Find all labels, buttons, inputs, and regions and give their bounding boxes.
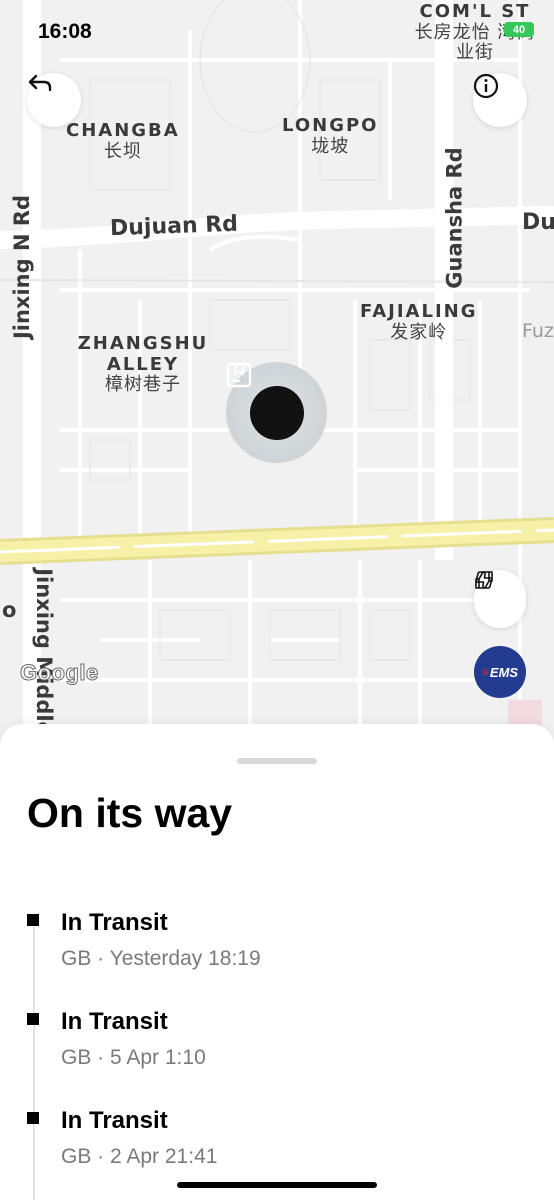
road-label-jinxing-n: Jinxing N Rd	[10, 194, 35, 340]
carrier-badge[interactable]: ≡ EMS	[474, 646, 526, 698]
event-status: In Transit	[61, 1107, 168, 1134]
event-status: In Transit	[61, 909, 168, 936]
back-button[interactable]	[27, 73, 81, 127]
info-icon	[473, 73, 499, 99]
road-label-jinxing-middle: Jinxing Middle	[31, 568, 56, 736]
tracking-sheet: On its way In Transit GB · Yesterday 18:…	[0, 724, 554, 1200]
map-label-zhangshu-alley: ZHANGSHU ALLEY 樟树巷子	[77, 333, 209, 396]
back-arrow-icon	[28, 74, 52, 92]
home-indicator[interactable]	[177, 1182, 377, 1188]
timeline-dot	[27, 1013, 39, 1025]
info-button[interactable]	[473, 73, 527, 127]
thumbs-down-icon[interactable]	[474, 570, 494, 590]
feedback-button[interactable]	[474, 570, 526, 628]
map-view[interactable]: CHANGBA 长坝 LONGPO 垅坡 FAJIALING 发家岭 ZHANG…	[0, 0, 554, 740]
event-meta: GB · 2 Apr 21:41	[61, 1145, 218, 1168]
map-label-changba: CHANGBA 长坝	[66, 120, 180, 162]
timeline-event[interactable]: In Transit GB · 5 Apr 1:10	[0, 1008, 554, 1088]
event-meta: GB · Yesterday 18:19	[61, 947, 261, 970]
timeline-dot	[27, 1112, 39, 1124]
carrier-name: EMS	[489, 664, 519, 680]
map-label-fajialing: FAJIALING 发家岭	[360, 301, 478, 343]
package-icon	[226, 362, 252, 388]
road-label-o-partial: o	[2, 598, 17, 622]
road-label-guansha: Guansha Rd	[442, 147, 467, 289]
ems-stripes-icon: ≡	[481, 665, 489, 679]
google-logo: Google	[20, 660, 99, 686]
timeline-event[interactable]: In Transit GB · Yesterday 18:19	[0, 909, 554, 989]
battery-level: 40	[512, 23, 526, 36]
sheet-title: On its way	[27, 790, 233, 836]
status-time: 16:08	[38, 20, 92, 43]
road-label-fuz-partial: Fuz	[522, 320, 554, 342]
tracking-screen: CHANGBA 长坝 LONGPO 垅坡 FAJIALING 发家岭 ZHANG…	[0, 0, 554, 1200]
road-label-dujuan-partial: Du	[522, 210, 554, 235]
package-location-marker[interactable]	[226, 362, 327, 463]
event-meta: GB · 5 Apr 1:10	[61, 1046, 206, 1069]
package-pin	[226, 362, 304, 440]
road-label-dujuan: Dujuan Rd	[109, 211, 239, 242]
battery-icon: 40	[504, 22, 534, 37]
status-icons: 40	[504, 22, 534, 37]
event-status: In Transit	[61, 1008, 168, 1035]
map-label-longpo: LONGPO 垅坡	[282, 115, 379, 157]
timeline-event[interactable]: In Transit GB · 2 Apr 21:41	[0, 1107, 554, 1187]
sheet-grabber[interactable]	[237, 758, 317, 764]
timeline-dot	[27, 914, 39, 926]
